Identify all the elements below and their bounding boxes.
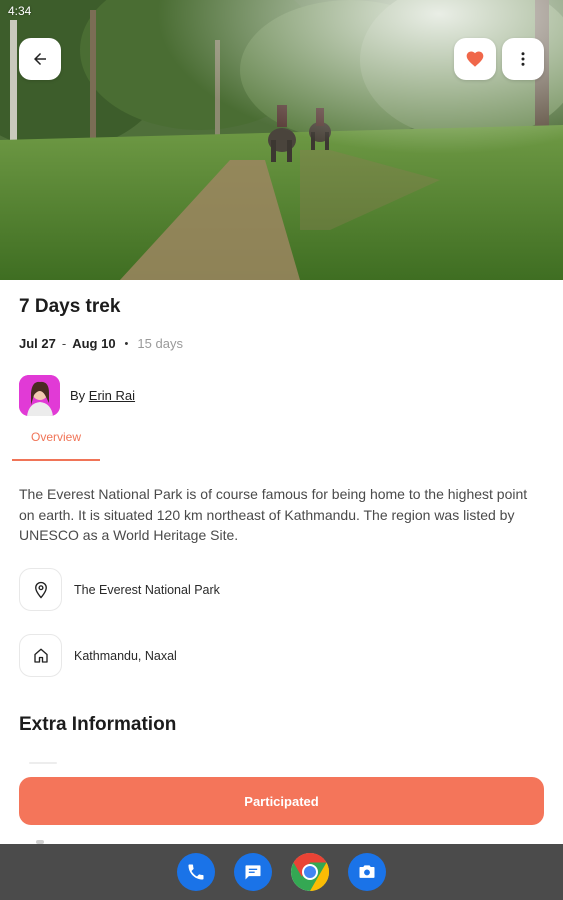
- dock-camera[interactable]: [348, 853, 386, 891]
- address-row: Kathmandu, Naxal: [19, 634, 177, 677]
- author-name-link[interactable]: Erin Rai: [89, 388, 135, 403]
- phone-icon: [188, 864, 204, 880]
- favorite-button[interactable]: [454, 38, 496, 80]
- trip-duration: 15 days: [137, 336, 183, 351]
- location-text: The Everest National Park: [74, 582, 220, 597]
- home-icon-box: [19, 634, 62, 677]
- messages-icon: [245, 865, 261, 880]
- home-icon: [33, 648, 48, 663]
- bullet-separator: •: [124, 337, 129, 350]
- heart-icon: [466, 51, 484, 67]
- avatar[interactable]: [19, 375, 60, 416]
- location-row: The Everest National Park: [19, 568, 220, 611]
- dock-chrome[interactable]: [291, 853, 329, 891]
- location-pin-icon: [34, 581, 47, 599]
- trip-dates: Jul 27 - Aug 10 • 15 days: [19, 336, 183, 351]
- tab-overview-label: Overview: [30, 430, 81, 444]
- author-prefix: By: [70, 388, 86, 403]
- author-row: By Erin Rai: [19, 375, 135, 416]
- camera-icon: [359, 865, 375, 878]
- date-separator: -: [61, 336, 67, 351]
- more-options-button[interactable]: [502, 38, 544, 80]
- tab-overview[interactable]: Overview: [12, 424, 100, 461]
- trip-detail-screen: 4:34 7 Days trek Jul 27 - Aug 10 • 15 da…: [0, 0, 563, 900]
- overview-description: The Everest National Park is of course f…: [19, 486, 528, 543]
- back-button[interactable]: [19, 38, 61, 80]
- more-vertical-icon: [521, 52, 525, 66]
- end-date: Aug 10: [72, 336, 116, 351]
- trip-title: 7 Days trek: [19, 296, 121, 317]
- status-time: 4:34: [8, 4, 32, 18]
- participated-button[interactable]: Participated: [19, 777, 544, 825]
- divider: [29, 762, 57, 764]
- chrome-icon: [291, 853, 329, 891]
- author-label: By Erin Rai: [70, 388, 135, 403]
- arrow-left-icon: [34, 53, 46, 65]
- location-icon-box: [19, 568, 62, 611]
- extra-information-title: Extra Information: [19, 714, 177, 735]
- address-text: Kathmandu, Naxal: [74, 648, 177, 663]
- hero-image: 4:34: [0, 0, 563, 280]
- app-dock: [0, 844, 563, 900]
- participated-button-label: Participated: [244, 793, 319, 809]
- start-date: Jul 27: [19, 336, 56, 351]
- dock-phone[interactable]: [177, 853, 215, 891]
- dock-messages[interactable]: [234, 853, 272, 891]
